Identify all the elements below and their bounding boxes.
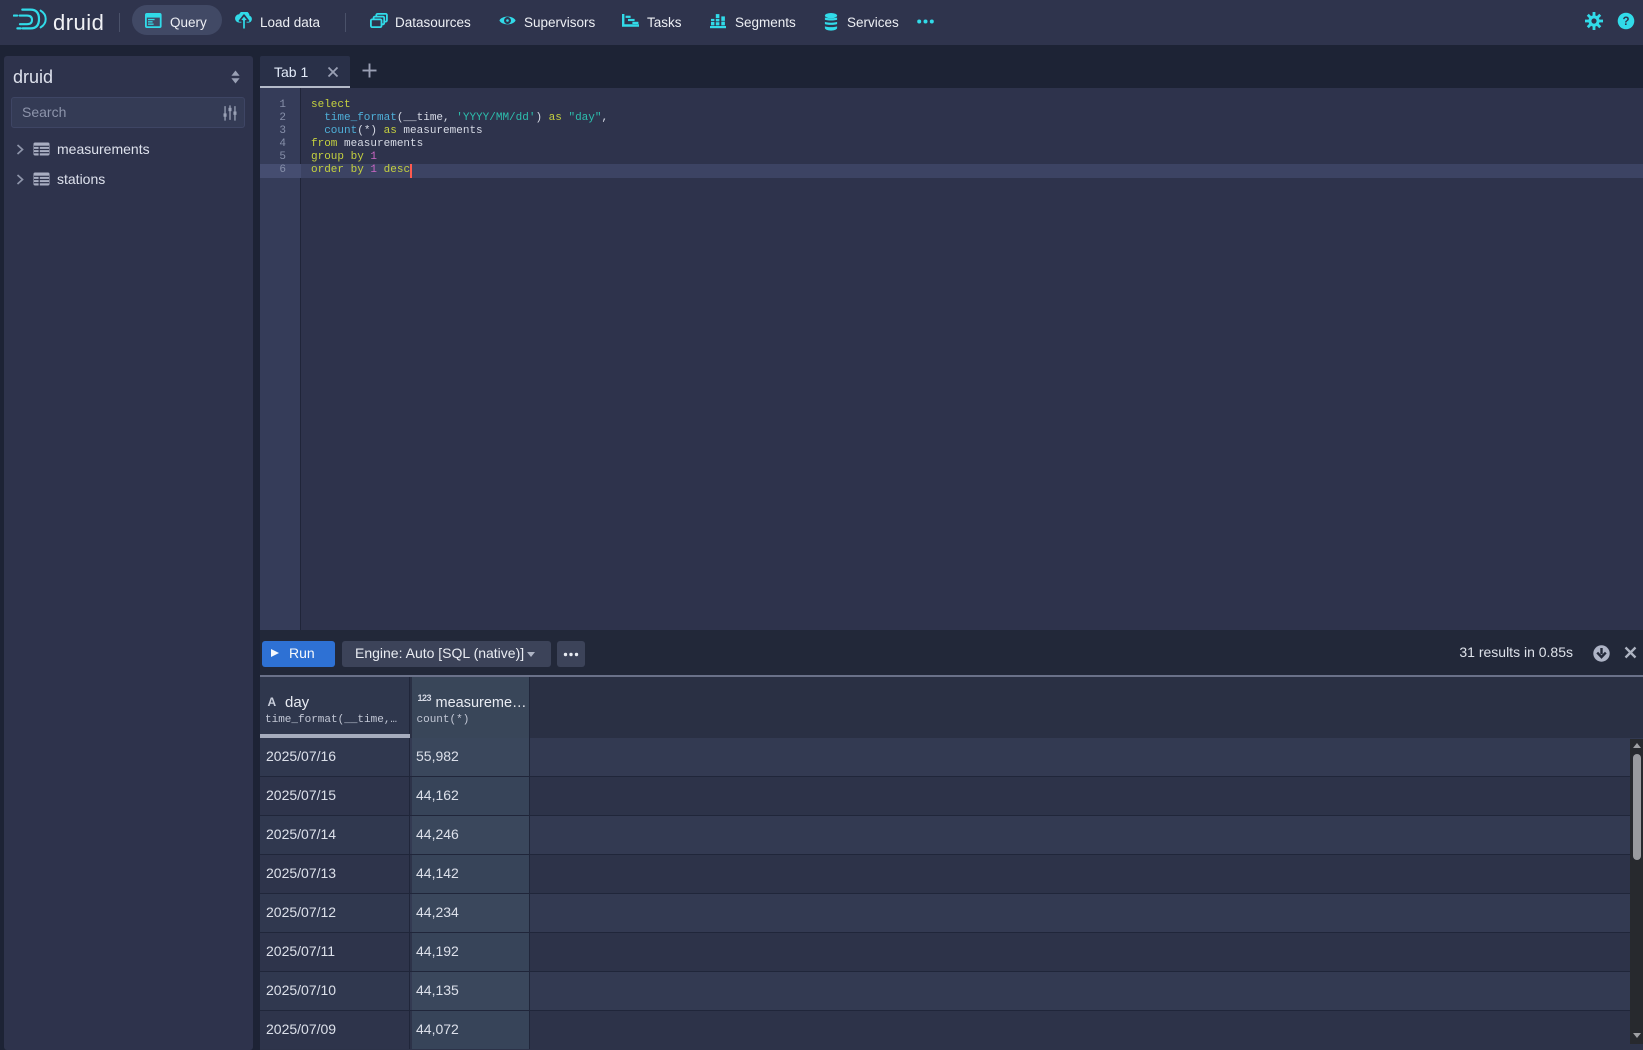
svg-text:?: ? [1622, 16, 1629, 28]
